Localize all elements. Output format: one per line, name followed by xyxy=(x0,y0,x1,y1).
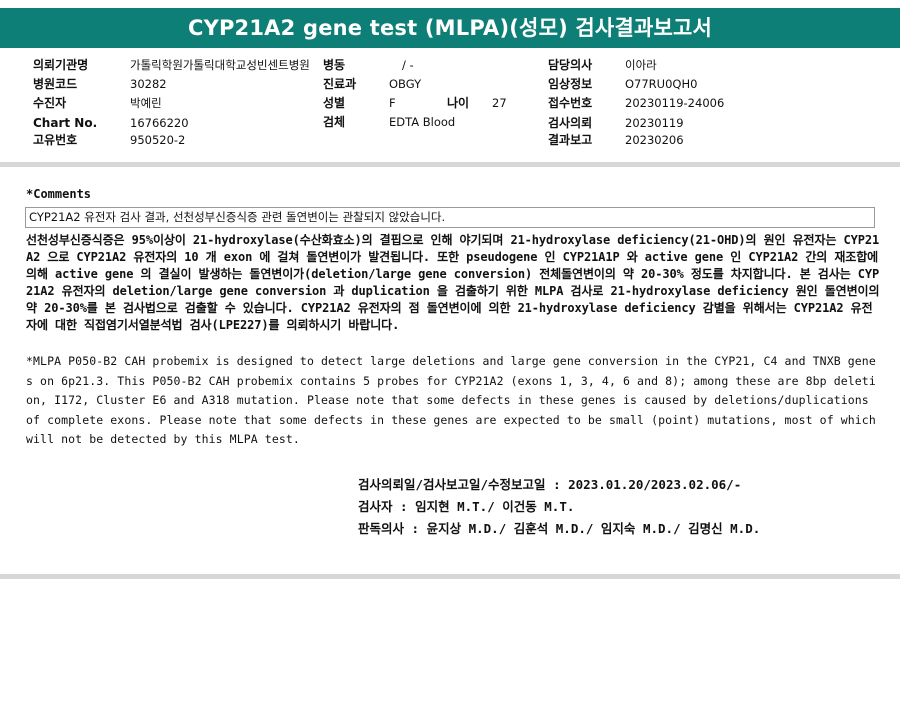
dept-label: 진료과 xyxy=(323,77,357,91)
hospital-label: 의뢰기관명 xyxy=(33,58,89,72)
footer-divider xyxy=(0,574,900,579)
request-label: 검사의뢰 xyxy=(548,116,593,130)
specimen-value: EDTA Blood xyxy=(389,115,456,129)
ward-value: / - xyxy=(402,58,414,72)
ward-label: 병동 xyxy=(323,58,352,72)
readers: 판독의사 : 윤지상 M.D./ 김훈석 M.D./ 임지숙 M.D./ 김명신… xyxy=(358,521,761,536)
patient-label: 수진자 xyxy=(33,96,67,110)
clinical-label: 임상정보 xyxy=(548,77,593,91)
reception-label: 접수번호 xyxy=(548,96,593,110)
dept-value: OBGY xyxy=(389,77,422,91)
hospital-value: 가톨릭학원가톨릭대학교성빈센트병원 xyxy=(130,58,310,72)
comments-label: *Comments xyxy=(26,187,92,201)
report-dates: 검사의뢰일/검사보고일/수정보고일 : 2023.01.20/2023.02.0… xyxy=(358,477,742,492)
result-summary-box: CYP21A2 유전자 검사 결과, 선천성부신증식증 관련 돌연변이는 관찰되… xyxy=(25,207,875,228)
code-value: 30282 xyxy=(130,77,167,91)
unique-label: 고유번호 xyxy=(33,133,78,147)
doctor-label: 담당의사 xyxy=(548,58,593,72)
report-value: 20230206 xyxy=(625,133,684,147)
specimen-label: 검체 xyxy=(323,115,346,129)
age-value: 27 xyxy=(492,96,507,110)
doctor-value: 이아라 xyxy=(625,58,657,72)
code-label: 병원코드 xyxy=(33,77,78,91)
mlpa-note-paragraph: *MLPA P050-B2 CAH probemix is designed t… xyxy=(26,354,876,446)
chart-value: 16766220 xyxy=(130,116,189,130)
sex-value: F xyxy=(389,96,396,110)
testers: 검사자 : 임지현 M.T./ 이건동 M.T. xyxy=(358,499,575,514)
reception-value: 20230119-24006 xyxy=(625,96,725,110)
header-divider xyxy=(0,162,900,167)
clinical-value: O77RU0QH0 xyxy=(625,77,698,91)
age-label: 나이 xyxy=(447,96,470,110)
request-value: 20230119 xyxy=(625,116,684,130)
explanation-paragraph: 선천성부신증식증은 95%이상이 21-hydroxylase(수산화효소)의 … xyxy=(26,233,880,332)
report-title: CYP21A2 gene test (MLPA)(성모) 검사결과보고서 xyxy=(0,8,900,48)
report-label: 결과보고 xyxy=(548,133,593,147)
unique-value: 950520-2 xyxy=(130,133,186,147)
patient-value: 박예린 xyxy=(130,96,162,110)
chart-label: Chart No. xyxy=(33,116,98,130)
sex-label: 성별 xyxy=(323,96,346,110)
